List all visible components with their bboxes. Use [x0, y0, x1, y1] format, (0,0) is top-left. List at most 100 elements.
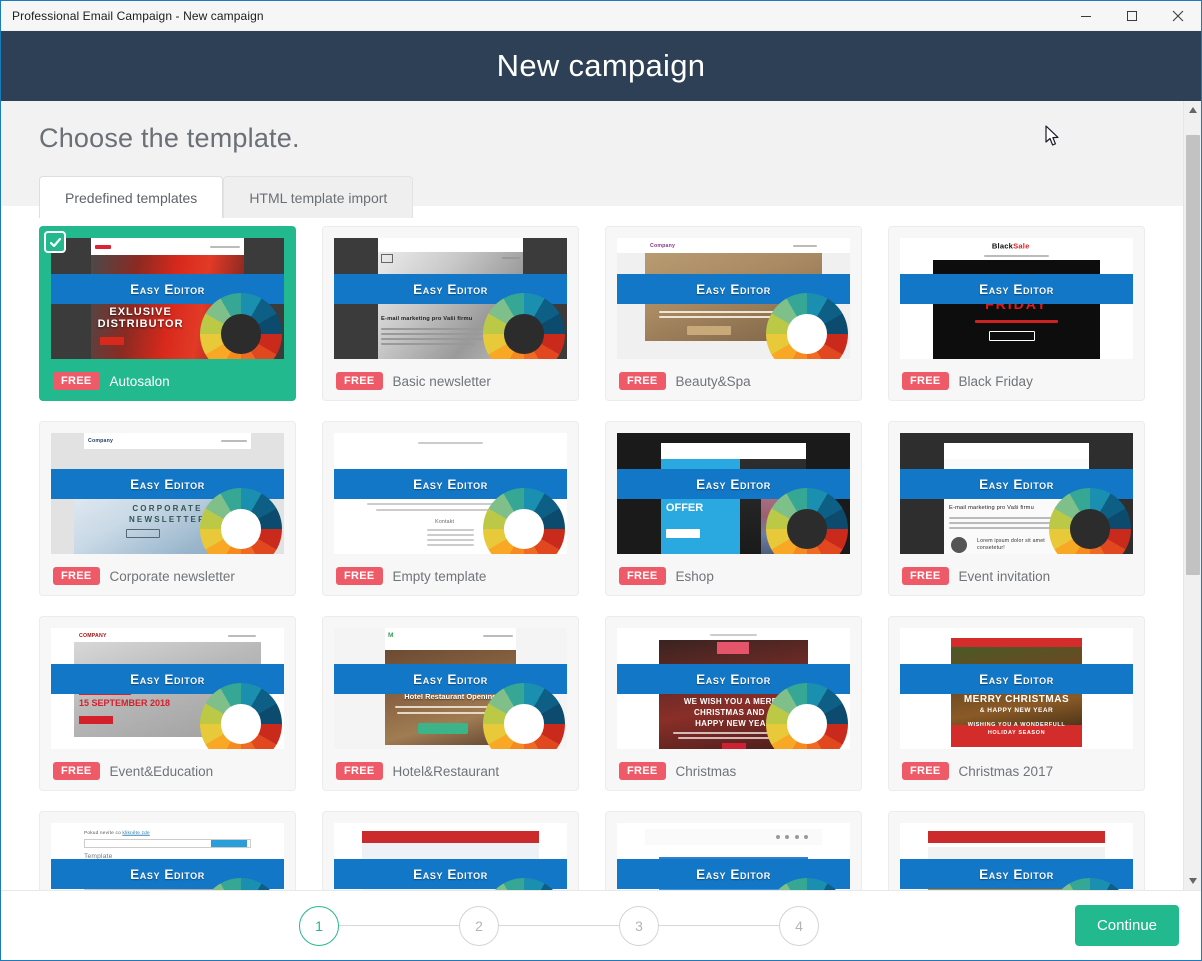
- step-1[interactable]: 1: [299, 905, 339, 946]
- template-card-footer: FREE Empty template: [334, 565, 567, 587]
- template-thumbnail: HOME PRODUCTS BLOG SUPPORTS Easy Editor: [900, 823, 1133, 890]
- template-card-empty-template[interactable]: Kontakt Easy Editor FREE Empty template: [322, 421, 579, 596]
- template-name: Corporate newsletter: [109, 568, 235, 584]
- template-thumbnail: Company TIME TO RELAX Easy Editor: [617, 238, 850, 359]
- template-thumbnail: EXLUSIVE DISTRIBUTOR Easy Editor: [51, 238, 284, 359]
- free-badge: FREE: [53, 567, 100, 585]
- template-card-autosalon[interactable]: EXLUSIVE DISTRIBUTOR Easy Editor FREE Aut…: [39, 226, 296, 401]
- close-icon[interactable]: [1155, 1, 1201, 31]
- template-thumbnail: WE WISH YOU A MERRY CHRISTMAS AND A HAPPY …: [617, 628, 850, 749]
- template-card-christmas[interactable]: WE WISH YOU A MERRY CHRISTMAS AND A HAPPY …: [605, 616, 862, 791]
- template-card-footer: FREE Event&Education: [51, 760, 284, 782]
- body-area: Choose the template. Predefined template…: [1, 101, 1201, 890]
- step-number: 3: [635, 917, 643, 934]
- free-badge: FREE: [53, 762, 100, 780]
- minimize-icon[interactable]: [1063, 1, 1109, 31]
- thumbnail-banner: Easy Editor: [900, 274, 1133, 304]
- free-badge: FREE: [336, 567, 383, 585]
- window-title: Professional Email Campaign - New campai…: [12, 8, 264, 23]
- template-card-corporate-newsletter[interactable]: Company CORPORATE NEWSLETTER Easy Editor …: [39, 421, 296, 596]
- template-thumbnail: COMPANY CONFERENCE 15 SEPTEMBER 2018 Eas…: [51, 628, 284, 749]
- template-thumbnail: E-mail marketing pro Vaši firmu Easy Edi…: [334, 238, 567, 359]
- maximize-icon[interactable]: [1109, 1, 1155, 31]
- template-thumbnail: Pokud nevíte co klikněte zde Template 74…: [51, 823, 284, 890]
- template-name: Event invitation: [958, 568, 1051, 584]
- step-number: 2: [475, 917, 483, 934]
- template-card-christmas-shop[interactable]: HOME PRODUCTS BLOG SUPPORTS Easy Editor …: [888, 811, 1145, 890]
- step-connector: [659, 925, 779, 926]
- template-card-beauty-spa[interactable]: Company TIME TO RELAX Easy Editor: [605, 226, 862, 401]
- template-name: Beauty&Spa: [675, 373, 751, 389]
- step-3[interactable]: 3: [619, 905, 659, 946]
- template-card-basic-newsletter[interactable]: E-mail marketing pro Vaši firmu Easy Edi…: [322, 226, 579, 401]
- template-thumbnail: MEGA SALE 35%OFFER Easy Editor: [617, 433, 850, 554]
- tab-label: Predefined templates: [65, 189, 198, 206]
- content-pane: Choose the template. Predefined template…: [1, 101, 1183, 890]
- scrollbar-thumb[interactable]: [1185, 135, 1200, 575]
- template-card-summer[interactable]: Summer is here! Easy Editor FREE Summer: [605, 811, 862, 890]
- free-badge: FREE: [336, 372, 383, 390]
- template-grid: EXLUSIVE DISTRIBUTOR Easy Editor FREE Aut…: [39, 226, 1145, 890]
- app-window: Professional Email Campaign - New campai…: [0, 0, 1202, 961]
- step-4[interactable]: 4: [779, 905, 819, 946]
- free-badge: FREE: [902, 567, 949, 585]
- template-thumbnail: BlackSale BLACK FRIDAY Easy Editor: [900, 238, 1133, 359]
- scroll-up-icon[interactable]: [1184, 101, 1202, 119]
- template-card-eshop[interactable]: MEGA SALE 35%OFFER Easy Editor FREE Esho…: [605, 421, 862, 596]
- section-heading: Choose the template.: [39, 123, 300, 153]
- vertical-scrollbar[interactable]: [1183, 101, 1201, 890]
- template-name: Basic newsletter: [392, 373, 491, 389]
- tab-html-template-import[interactable]: HTML template import: [223, 176, 414, 218]
- scroll-down-icon[interactable]: [1184, 872, 1202, 890]
- template-name: Autosalon: [109, 373, 170, 389]
- template-card-template-preview[interactable]: Pokud nevíte co klikněte zde Template 74…: [39, 811, 296, 890]
- template-name: Black Friday: [958, 373, 1033, 389]
- thumbnail-banner: Easy Editor: [900, 664, 1133, 694]
- template-card-footer: FREE Christmas: [617, 760, 850, 782]
- template-grid-scroll: EXLUSIVE DISTRIBUTOR Easy Editor FREE Aut…: [1, 206, 1183, 890]
- template-card-footer: FREE Beauty&Spa: [617, 370, 850, 392]
- template-card-christmas-2017[interactable]: WE WISH YOU A MERRY CHRISTMAS & HAPPY NE…: [888, 616, 1145, 791]
- template-card-footer: FREE Basic newsletter: [334, 370, 567, 392]
- template-thumbnail: WE WISH YOU A MERRY CHRISTMAS & HAPPY NE…: [900, 628, 1133, 749]
- window-controls: [1063, 1, 1201, 31]
- template-card-footer: FREE Christmas 2017: [900, 760, 1133, 782]
- template-card-footer: FREE Corporate newsletter: [51, 565, 284, 587]
- template-card-christmas-wishes[interactable]: Veselé Vánoce a krásný Nový rok 2 Easy E…: [322, 811, 579, 890]
- free-badge: FREE: [53, 372, 100, 390]
- step-connector: [339, 925, 459, 926]
- free-badge: FREE: [902, 762, 949, 780]
- template-card-footer: FREE Eshop: [617, 565, 850, 587]
- scrollbar-track[interactable]: [1184, 119, 1202, 872]
- template-thumbnail: Kontakt Easy Editor: [334, 433, 567, 554]
- free-badge: FREE: [336, 762, 383, 780]
- free-badge: FREE: [619, 762, 666, 780]
- continue-button[interactable]: Continue: [1074, 905, 1179, 946]
- tab-bar: Predefined templates HTML template impor…: [1, 175, 1183, 218]
- template-card-hotel-restaurant[interactable]: M Hotel Restaurant Opening Easy Editor F…: [322, 616, 579, 791]
- template-name: Hotel&Restaurant: [392, 763, 500, 779]
- step-connector: [499, 925, 619, 926]
- template-card-footer: FREE Autosalon: [51, 370, 284, 392]
- template-card-event-invitation[interactable]: E-mail marketing pro Vaši firmu Lorem ip…: [888, 421, 1145, 596]
- tab-predefined-templates[interactable]: Predefined templates: [39, 176, 224, 218]
- template-name: Eshop: [675, 568, 714, 584]
- template-name: Christmas: [675, 763, 737, 779]
- free-badge: FREE: [619, 567, 666, 585]
- template-thumbnail: M Hotel Restaurant Opening Easy Editor: [334, 628, 567, 749]
- section-head: Choose the template. Predefined template…: [1, 101, 1183, 218]
- template-name: Event&Education: [109, 763, 214, 779]
- step-2[interactable]: 2: [459, 905, 499, 946]
- template-card-black-friday[interactable]: BlackSale BLACK FRIDAY Easy Editor FREE: [888, 226, 1145, 401]
- checkbox-checked-icon[interactable]: [44, 231, 66, 253]
- template-thumbnail: E-mail marketing pro Vaši firmu Lorem ip…: [900, 433, 1133, 554]
- template-card-footer: FREE Event invitation: [900, 565, 1133, 587]
- template-thumbnail: Summer is here! Easy Editor: [617, 823, 850, 890]
- template-card-footer: FREE Black Friday: [900, 370, 1133, 392]
- template-thumbnail: Company CORPORATE NEWSLETTER Easy Editor: [51, 433, 284, 554]
- tab-label: HTML template import: [249, 189, 388, 206]
- wizard-footer: 1 2 3 4 Continue: [1, 890, 1201, 960]
- page-header: New campaign: [1, 31, 1201, 101]
- template-name: Christmas 2017: [958, 763, 1054, 779]
- template-card-event-education[interactable]: COMPANY CONFERENCE 15 SEPTEMBER 2018 Eas…: [39, 616, 296, 791]
